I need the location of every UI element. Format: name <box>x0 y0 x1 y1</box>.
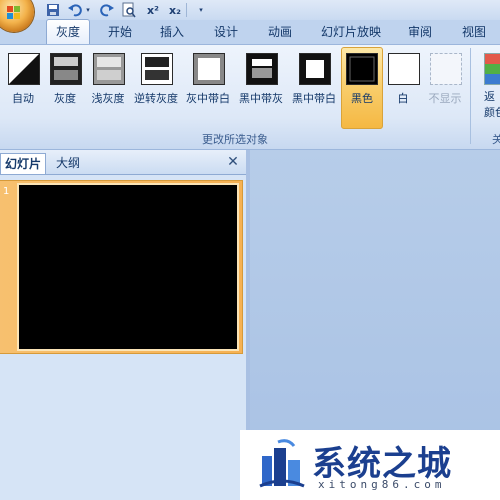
black-button[interactable]: 黑色 <box>341 47 383 129</box>
black-label: 黑色 <box>351 92 373 105</box>
watermark-logo-icon <box>259 439 305 488</box>
save-icon[interactable] <box>46 2 60 18</box>
subscript-button[interactable]: x₂ <box>166 2 184 18</box>
auto-button[interactable]: 自动 <box>4 48 42 128</box>
customize-toolbar-icon[interactable]: ▾ <box>196 2 206 18</box>
tab-insert[interactable]: 插入 <box>150 20 194 44</box>
tab-animations[interactable]: 动画 <box>258 20 302 44</box>
slide-thumbnail[interactable] <box>17 183 239 351</box>
light-grayscale-icon <box>93 53 125 85</box>
watermark-domain: xitong86.com <box>318 478 446 491</box>
ribbon-group-label: 更改所选对象 <box>202 133 268 146</box>
gray-with-white-fill-label: 灰中带白 <box>186 92 230 105</box>
black-with-white-fill-icon <box>299 53 331 85</box>
black-with-grayscale-fill-label: 黑中带灰 <box>239 92 283 105</box>
inverse-grayscale-label: 逆转灰度 <box>134 92 178 105</box>
return-color-icon[interactable] <box>484 53 500 85</box>
tab-slide-show[interactable]: 幻灯片放映 <box>315 20 387 44</box>
inverse-grayscale-icon <box>141 53 173 85</box>
white-icon <box>388 53 420 85</box>
grayscale-icon <box>50 53 82 85</box>
undo-dropdown-icon[interactable]: ▾ <box>84 2 92 18</box>
light-grayscale-label: 浅灰度 <box>91 92 125 105</box>
auto-grayscale-icon <box>8 53 40 85</box>
close-pane-icon[interactable]: ✕ <box>226 155 240 169</box>
close-group-label: 关 <box>492 133 500 146</box>
auto-label: 自动 <box>12 92 34 105</box>
print-preview-icon[interactable] <box>122 2 136 18</box>
black-with-grayscale-fill-icon <box>246 53 278 85</box>
undo-icon[interactable] <box>68 2 82 18</box>
white-label: 白 <box>397 92 409 105</box>
slide-number: 1 <box>3 186 10 197</box>
tab-home[interactable]: 开始 <box>98 20 142 44</box>
dont-show-button[interactable]: 不显示 <box>424 48 466 128</box>
return-color-label: 返 颜色 <box>484 90 500 119</box>
ribbon-group-separator <box>470 48 471 144</box>
white-button[interactable]: 白 <box>384 48 422 128</box>
light-grayscale-button[interactable]: 浅灰度 <box>88 48 128 128</box>
tab-slides[interactable]: 幻灯片 <box>0 153 47 174</box>
gray-with-white-fill-button[interactable]: 灰中带白 <box>184 48 232 128</box>
tab-grayscale[interactable]: 灰度 <box>46 19 90 45</box>
tab-view[interactable]: 视图 <box>452 20 496 44</box>
black-with-white-fill-label: 黑中带白 <box>292 92 336 105</box>
redo-icon[interactable] <box>100 2 114 18</box>
grayscale-label: 灰度 <box>54 92 76 105</box>
tab-review[interactable]: 审阅 <box>398 20 442 44</box>
black-with-white-fill-button[interactable]: 黑中带白 <box>290 48 338 128</box>
office-logo-icon <box>7 6 20 19</box>
dont-show-icon <box>430 53 462 85</box>
tab-design[interactable]: 设计 <box>204 20 248 44</box>
superscript-button[interactable]: x² <box>144 2 162 18</box>
black-icon <box>346 53 378 85</box>
inverse-grayscale-button[interactable]: 逆转灰度 <box>132 48 180 128</box>
gray-with-white-fill-icon <box>193 53 225 85</box>
toolbar-separator <box>186 3 187 17</box>
tab-outline[interactable]: 大纲 <box>52 153 84 173</box>
grayscale-button[interactable]: 灰度 <box>46 48 84 128</box>
black-with-grayscale-fill-button[interactable]: 黑中带灰 <box>236 48 286 128</box>
dont-show-label: 不显示 <box>428 92 462 105</box>
